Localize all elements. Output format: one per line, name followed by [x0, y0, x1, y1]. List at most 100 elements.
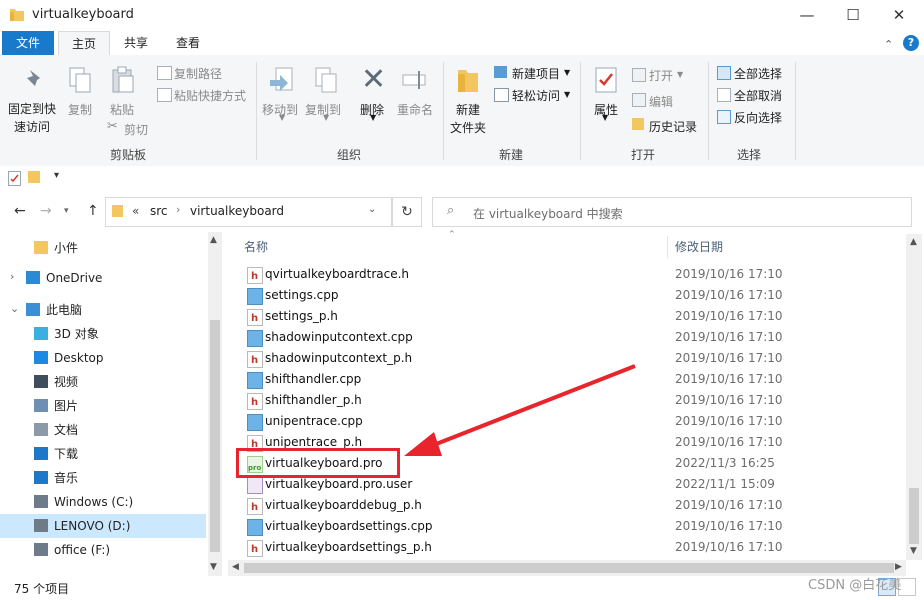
select-none-button[interactable]: 全部取消: [734, 87, 782, 104]
ribbon-collapse-icon[interactable]: ⌃: [884, 38, 893, 51]
back-arrow-icon[interactable]: ←: [14, 203, 26, 219]
invert-selection-button[interactable]: 反向选择: [734, 109, 782, 126]
file-row[interactable]: settings.cpp 2019/10/16 17:10: [239, 285, 904, 306]
new-folder-label-2[interactable]: 文件夹: [450, 119, 486, 136]
paste-shortcut-icon: [157, 88, 172, 102]
expand-chevron-icon[interactable]: ›: [10, 270, 14, 283]
scroll-down-icon[interactable]: ▼: [210, 562, 217, 572]
open-button[interactable]: 打开: [649, 67, 673, 84]
pin-quick-access-label-1[interactable]: 固定到快: [8, 100, 56, 117]
nav-item[interactable]: 下载: [0, 442, 206, 466]
file-row[interactable]: settings_p.h 2019/10/16 17:10: [239, 306, 904, 329]
paste-button[interactable]: 粘贴: [110, 101, 134, 118]
file-modified-date: 2022/11/1 15:09: [675, 477, 775, 491]
file-name: settings.cpp: [265, 288, 339, 302]
close-button[interactable]: ✕: [876, 0, 922, 31]
tab-view[interactable]: 查看: [164, 31, 212, 55]
file-row[interactable]: virtualkeyboardsettings_p.h 2019/10/16 17…: [239, 537, 904, 560]
tab-home[interactable]: 主页: [58, 31, 110, 57]
pin-icon: [22, 68, 44, 92]
horizontal-scrollbar-thumb[interactable]: [244, 563, 894, 573]
nav-item[interactable]: Windows (C:): [0, 490, 206, 514]
nav-item[interactable]: Desktop: [0, 346, 206, 370]
nav-item[interactable]: 音乐: [0, 466, 206, 490]
nav-item[interactable]: OneDrive: [0, 266, 206, 290]
nav-item[interactable]: office (F:): [0, 538, 206, 562]
breadcrumb-virtualkeyboard[interactable]: virtualkeyboard: [190, 204, 284, 218]
new-group-label: 新建: [498, 148, 523, 162]
edit-icon: [632, 93, 646, 107]
new-item-button[interactable]: 新建项目: [512, 65, 560, 82]
select-all-icon: [717, 66, 731, 80]
file-row[interactable]: shadowinputcontext.cpp 2019/10/16 17:10: [239, 327, 904, 348]
file-row[interactable]: virtualkeyboardsettings.cpp 2019/10/16 17…: [239, 516, 904, 537]
customize-toolbar-icon[interactable]: ▾: [54, 170, 59, 181]
cut-button[interactable]: 剪切: [124, 121, 148, 138]
file-name: shadowinputcontext_p.h: [265, 351, 413, 365]
nav-item-label: 音乐: [54, 471, 79, 485]
file-name: settings_p.h: [265, 309, 338, 323]
folder-icon[interactable]: [28, 171, 40, 183]
forward-arrow-icon[interactable]: →: [40, 203, 52, 219]
file-row[interactable]: qvirtualkeyboardtrace.h 2019/10/16 17:10: [239, 264, 904, 287]
chevron-right-icon: ›: [176, 203, 181, 216]
history-button[interactable]: 历史记录: [649, 118, 697, 135]
scroll-left-icon[interactable]: ◀: [232, 562, 239, 572]
copy-path-button[interactable]: 复制路径: [174, 65, 222, 82]
help-icon[interactable]: ?: [903, 35, 919, 51]
nav-item[interactable]: 文档: [0, 418, 206, 442]
scroll-down-icon[interactable]: ▼: [910, 546, 917, 556]
column-divider[interactable]: [667, 236, 668, 258]
properties-icon[interactable]: [8, 171, 21, 186]
edit-button[interactable]: 编辑: [649, 93, 673, 110]
tab-file[interactable]: 文件: [2, 31, 54, 55]
file-name: virtualkeyboardsettings.cpp: [265, 519, 433, 533]
expand-chevron-icon[interactable]: ⌄: [10, 302, 19, 315]
desktop-icon: [34, 351, 48, 364]
file-row[interactable]: virtualkeyboarddebug_p.h 2019/10/16 17:10: [239, 495, 904, 518]
nav-item[interactable]: 此电脑: [0, 298, 206, 322]
search-box[interactable]: ⌕ 在 virtualkeyboard 中搜索: [432, 197, 912, 227]
cpp-file-icon: [247, 519, 263, 536]
file-name: virtualkeyboarddebug_p.h: [265, 498, 422, 512]
dropdown-arrow-icon: ▼: [677, 70, 684, 79]
folder-icon: [14, 8, 24, 21]
nav-item[interactable]: 3D 对象: [0, 322, 206, 346]
refresh-button[interactable]: ↻: [392, 197, 422, 227]
list-scrollbar-thumb[interactable]: [909, 488, 919, 544]
nav-scrollbar-thumb[interactable]: [210, 320, 220, 552]
nav-item-label: Windows (C:): [54, 495, 134, 509]
dropdown-arrow-icon: ▼: [370, 113, 377, 122]
nav-item-label: LENOVO (D:): [54, 519, 131, 533]
new-folder-label-1[interactable]: 新建: [456, 101, 480, 118]
h-file-icon: [247, 266, 263, 287]
easy-access-button[interactable]: 轻松访问: [512, 87, 560, 104]
column-header-date[interactable]: 修改日期: [675, 236, 875, 258]
paste-shortcut-button[interactable]: 粘贴快捷方式: [174, 87, 246, 104]
tab-share[interactable]: 共享: [112, 31, 160, 55]
dropdown-arrow-icon: ▼: [602, 113, 609, 122]
address-bar[interactable]: « src › virtualkeyboard ⌄: [105, 197, 392, 227]
nav-item[interactable]: 视频: [0, 370, 206, 394]
breadcrumb-overflow[interactable]: «: [132, 204, 139, 218]
nav-item[interactable]: LENOVO (D:): [0, 514, 206, 538]
up-arrow-icon[interactable]: ↑: [87, 203, 99, 219]
dropdown-arrow-icon: ▼: [323, 113, 330, 122]
nav-item[interactable]: 小件: [0, 236, 206, 260]
folder-icon: [34, 241, 48, 254]
cpp-file-icon: [247, 414, 263, 431]
scroll-up-icon[interactable]: ▲: [910, 237, 917, 247]
address-dropdown-icon[interactable]: ⌄: [368, 204, 376, 215]
copy-button[interactable]: 复制: [68, 101, 92, 118]
pin-quick-access-label-2[interactable]: 速访问: [14, 118, 50, 135]
minimize-button[interactable]: —: [784, 0, 830, 31]
breadcrumb-src[interactable]: src: [150, 204, 168, 218]
column-header-name[interactable]: 名称: [244, 236, 664, 258]
scroll-right-icon[interactable]: ▶: [895, 562, 902, 572]
recent-locations-icon[interactable]: ▾: [64, 206, 69, 216]
nav-item[interactable]: 图片: [0, 394, 206, 418]
maximize-button[interactable]: ☐: [830, 0, 876, 31]
scroll-up-icon[interactable]: ▲: [210, 235, 217, 245]
rename-button[interactable]: 重命名: [397, 101, 433, 118]
select-all-button[interactable]: 全部选择: [734, 65, 782, 82]
